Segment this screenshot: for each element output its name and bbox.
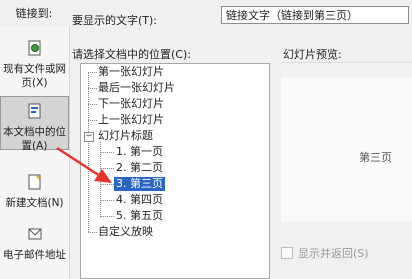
- nav-existing-file-label: 现有文件或网页(X): [3, 63, 66, 89]
- tree-item-slide-titles[interactable]: 幻灯片标题: [98, 129, 153, 143]
- nav-email-address-label: 电子邮件地址: [3, 249, 66, 261]
- select-place-label: 请选择文档中的位置(C):: [72, 48, 191, 61]
- tree-connector: [88, 72, 89, 232]
- globe-document-icon: [0, 40, 69, 60]
- new-document-icon: [0, 174, 69, 194]
- tree-connector: [88, 120, 97, 121]
- nav-new-document-label: 新建文档(N): [5, 197, 64, 209]
- tree-connector: [100, 152, 114, 153]
- tree-item-previous-slide[interactable]: 上一张幻灯片: [98, 113, 164, 127]
- display-text-input[interactable]: 链接文字（链接到第三页）: [221, 6, 409, 24]
- tree-item-slide-4[interactable]: 4. 第四页: [116, 193, 163, 207]
- nav-new-document[interactable]: 新建文档(N): [0, 174, 69, 210]
- tree-connector: [88, 232, 97, 233]
- link-to-label: 链接到:: [15, 7, 53, 20]
- tree-item-slide-1[interactable]: 1. 第一页: [116, 145, 163, 159]
- tree-connector: [88, 104, 97, 105]
- tree-connector: [88, 88, 97, 89]
- tree-item-custom-show[interactable]: 自定义放映: [98, 225, 153, 239]
- nav-place-in-document[interactable]: 本文档中的位置(A): [0, 96, 69, 152]
- nav-email-address[interactable]: 电子邮件地址: [0, 226, 69, 262]
- tree-item-first-slide[interactable]: 第一张幻灯片: [98, 65, 164, 79]
- show-and-return-label: 显示并返回(S): [298, 247, 369, 260]
- display-text-label: 要显示的文字(T):: [72, 14, 158, 27]
- tree-connector: [100, 168, 114, 169]
- nav-existing-file[interactable]: 现有文件或网页(X): [0, 40, 69, 90]
- tree-item-last-slide[interactable]: 最后一张幻灯片: [98, 81, 175, 95]
- tree-item-next-slide[interactable]: 下一张幻灯片: [98, 97, 164, 111]
- place-in-document-icon: [1, 103, 68, 123]
- document-place-tree[interactable]: − 第一张幻灯片 最后一张幻灯片 下一张幻灯片 上一张幻灯片 幻灯片标题 1. …: [80, 63, 270, 279]
- tree-connector: [100, 184, 114, 185]
- slide-thumbnail: 第三页: [281, 77, 412, 222]
- collapse-toggle-icon[interactable]: −: [84, 132, 94, 142]
- tree-connector: [100, 216, 114, 217]
- tree-connector: [88, 72, 97, 73]
- link-type-panel: 现有文件或网页(X) 本文档中的位置(A) 新建文档(N) 电子邮件地址: [0, 26, 70, 279]
- show-and-return-option[interactable]: 显示并返回(S): [281, 245, 369, 261]
- tree-connector: [100, 142, 101, 217]
- email-icon: [0, 226, 69, 246]
- show-and-return-checkbox[interactable]: [281, 247, 293, 259]
- tree-item-slide-5[interactable]: 5. 第五页: [116, 209, 163, 223]
- tree-connector: [100, 200, 114, 201]
- slide-thumbnail-text: 第三页: [359, 151, 392, 164]
- slide-preview-label: 幻灯片预览:: [283, 48, 342, 61]
- tree-item-slide-3[interactable]: 3. 第三页: [114, 177, 165, 191]
- slide-preview: 第三页: [281, 62, 412, 239]
- nav-place-in-document-label: 本文档中的位置(A): [3, 126, 66, 152]
- tree-item-slide-2[interactable]: 2. 第二页: [116, 161, 163, 175]
